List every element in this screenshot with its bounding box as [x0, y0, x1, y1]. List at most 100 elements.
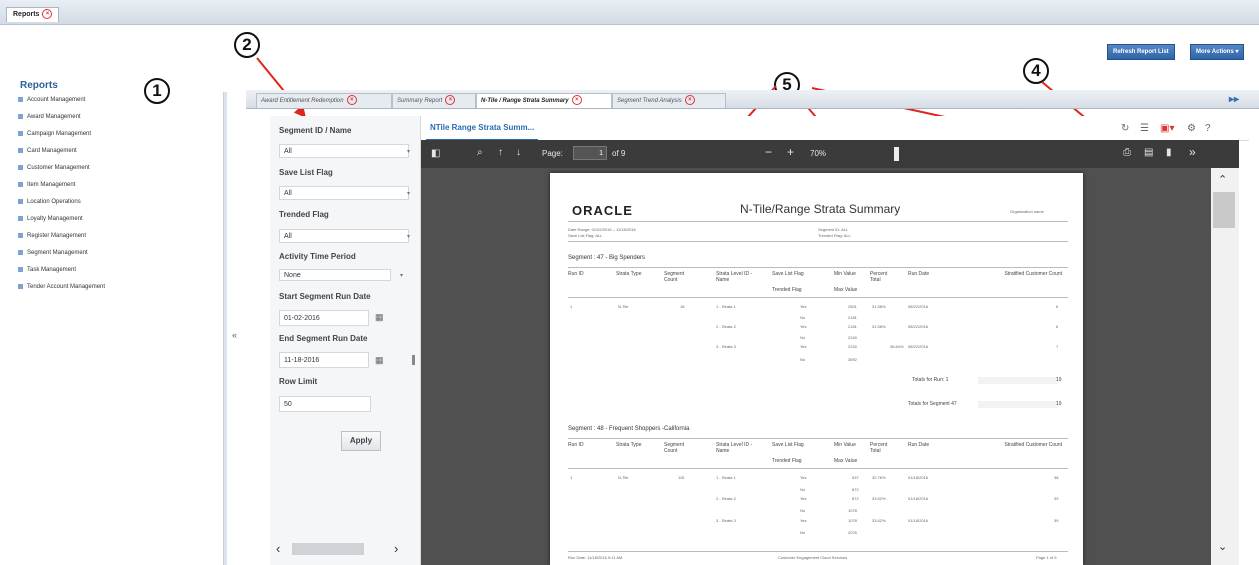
cell-flag: Yes	[800, 475, 807, 480]
apply-button[interactable]: Apply	[341, 431, 381, 451]
trended-flag-select[interactable]: All	[279, 229, 409, 243]
close-icon[interactable]: ×	[684, 95, 695, 106]
activity-time-period-select[interactable]: None	[279, 269, 391, 281]
cell-strata-type: N-Tile	[618, 475, 629, 480]
cell-pct: 31.58%	[872, 324, 886, 329]
chevron-down-icon[interactable]: ▾	[407, 233, 410, 240]
cell-min: 2181	[848, 324, 857, 329]
col-run-id: Run ID	[568, 271, 584, 277]
vertical-scrollbar-thumb[interactable]	[1213, 192, 1235, 228]
col-segment-count: Segment Count	[664, 271, 685, 283]
cell-min: 2240	[848, 344, 857, 349]
nav-item-label: Card Management	[27, 148, 77, 154]
sidebar-toggle-icon[interactable]: ◧	[431, 148, 440, 159]
col-max-value: Max Value	[834, 287, 858, 293]
close-icon[interactable]: ×	[445, 95, 456, 106]
save-icon[interactable]: ▤	[1144, 147, 1153, 158]
previous-page-icon[interactable]: ↑	[498, 147, 503, 158]
nav-item-tender-account-management[interactable]: Tender Account Management	[18, 282, 105, 292]
more-tools-icon[interactable]: »	[1189, 145, 1196, 159]
col-min-value: Min Value	[834, 442, 856, 448]
nav-item-task-management[interactable]: Task Management	[18, 265, 76, 275]
panel-splitter[interactable]	[223, 92, 227, 565]
refresh-icon[interactable]: ↻	[1121, 123, 1129, 134]
close-icon[interactable]: ×	[571, 95, 582, 106]
nav-item-award-management[interactable]: Award Management	[18, 112, 81, 122]
close-icon[interactable]: ×	[346, 95, 357, 106]
scroll-right-icon[interactable]: ›	[394, 541, 398, 556]
nav-item-loyalty-management[interactable]: Loyalty Management	[18, 214, 83, 224]
tab-ntile-range-strata-summary[interactable]: N-Tile / Range Strata Summary ×	[476, 93, 612, 108]
cell-trend: No	[800, 357, 806, 362]
zoom-in-icon[interactable]: +	[787, 145, 794, 159]
col-min-value: Min Value	[834, 271, 856, 277]
report-folder-icon	[18, 164, 23, 170]
bookmark-icon[interactable]: ▮	[1166, 147, 1172, 158]
nav-item-segment-management[interactable]: Segment Management	[18, 248, 88, 258]
cell-date: 01/18/2016	[908, 496, 929, 501]
zoom-slider-handle[interactable]	[894, 147, 899, 161]
save-list-flag-select[interactable]: All	[279, 186, 409, 200]
cell-min: 1078	[848, 518, 857, 523]
collapse-handle-icon[interactable]: «	[232, 330, 237, 340]
refresh-report-list-button[interactable]: Refresh Report List	[1107, 44, 1175, 60]
row-limit-label: Row Limit	[279, 377, 318, 386]
nav-item-account-management[interactable]: Account Management	[18, 95, 85, 105]
scroll-left-icon[interactable]: ‹	[276, 541, 280, 556]
chevron-down-icon[interactable]: ▾	[407, 190, 410, 197]
col-strata-level: Strata Level ID - Name	[716, 442, 753, 454]
next-page-icon[interactable]: ↓	[516, 147, 521, 158]
cell-run-id: 1	[570, 304, 573, 309]
col-trended-flag: Trended Flag	[772, 458, 802, 464]
nav-item-item-management[interactable]: Item Management	[18, 180, 75, 190]
nav-item-card-management[interactable]: Card Management	[18, 146, 77, 156]
scroll-down-icon[interactable]: ⌄	[1218, 540, 1227, 553]
segment-id-select[interactable]: All	[279, 144, 409, 158]
cell-flag: Yes	[800, 496, 807, 501]
cell-cust: 39	[1054, 518, 1059, 523]
report-folder-icon	[18, 113, 23, 119]
report-folder-icon	[18, 283, 23, 289]
report-folder-icon	[18, 232, 23, 238]
chevron-down-icon[interactable]: ▾	[400, 272, 403, 279]
zoom-level[interactable]: 70%	[810, 149, 826, 158]
end-date-input[interactable]: 11-18-2016	[279, 352, 369, 368]
pdf-export-icon[interactable]: ▣▾	[1160, 123, 1174, 134]
col-save-list-flag: Save List Flag	[772, 271, 804, 277]
start-date-input[interactable]: 01-02-2016	[279, 310, 369, 326]
cell-cust: 6	[1056, 324, 1059, 329]
page-number-input[interactable]: 1	[573, 146, 607, 160]
resize-handle[interactable]	[412, 355, 415, 365]
nav-item-register-management[interactable]: Register Management	[18, 231, 86, 241]
nav-item-customer-management[interactable]: Customer Management	[18, 163, 90, 173]
gear-icon[interactable]: ⚙	[1187, 123, 1196, 134]
zoom-out-icon[interactable]: −	[765, 145, 772, 159]
tab-award-entitlement-redemption[interactable]: Award Entitlement Redemption ×	[256, 93, 392, 108]
search-icon[interactable]: ⌕	[477, 147, 483, 158]
col-save-list-flag: Save List Flag	[772, 442, 804, 448]
help-icon[interactable]: ?	[1205, 123, 1211, 134]
calendar-icon[interactable]: ▦	[375, 355, 384, 366]
tab-summary-report[interactable]: Summary Report ×	[392, 93, 476, 108]
print-icon[interactable]: ⎙	[1123, 147, 1131, 158]
more-actions-button[interactable]: More Actions ▾	[1190, 44, 1245, 60]
row-limit-input[interactable]: 50	[279, 396, 371, 412]
cell-date: 01/18/2016	[908, 518, 929, 523]
scrollbar-thumb[interactable]	[292, 543, 364, 555]
col-run-date: Run Date	[908, 271, 930, 277]
viewer-tab[interactable]: NTile Range Strata Summ...	[426, 117, 539, 141]
calendar-icon[interactable]: ▦	[375, 312, 384, 323]
totals-for-segment-value: 19	[1056, 401, 1062, 407]
cell-pct: 33.62%	[872, 518, 886, 523]
scroll-up-icon[interactable]: ⌃	[1218, 173, 1227, 186]
list-icon[interactable]: ☰	[1140, 123, 1149, 134]
footer-service: Customer Engagement Cloud Services	[778, 555, 848, 560]
chevron-down-icon[interactable]: ▾	[407, 148, 410, 155]
horizontal-scrollbar[interactable]: ‹ ›	[276, 538, 410, 560]
col-trended-flag: Trended Flag	[772, 287, 802, 293]
more-tabs-arrow-icon[interactable]: ▸▸	[1229, 94, 1255, 106]
nav-item-location-operations[interactable]: Location Operations	[18, 197, 81, 207]
report-title: N-Tile/Range Strata Summary	[740, 202, 901, 216]
tab-segment-trend-analysis[interactable]: Segment Trend Analysis ×	[612, 93, 726, 108]
nav-item-campaign-management[interactable]: Campaign Management	[18, 129, 91, 139]
